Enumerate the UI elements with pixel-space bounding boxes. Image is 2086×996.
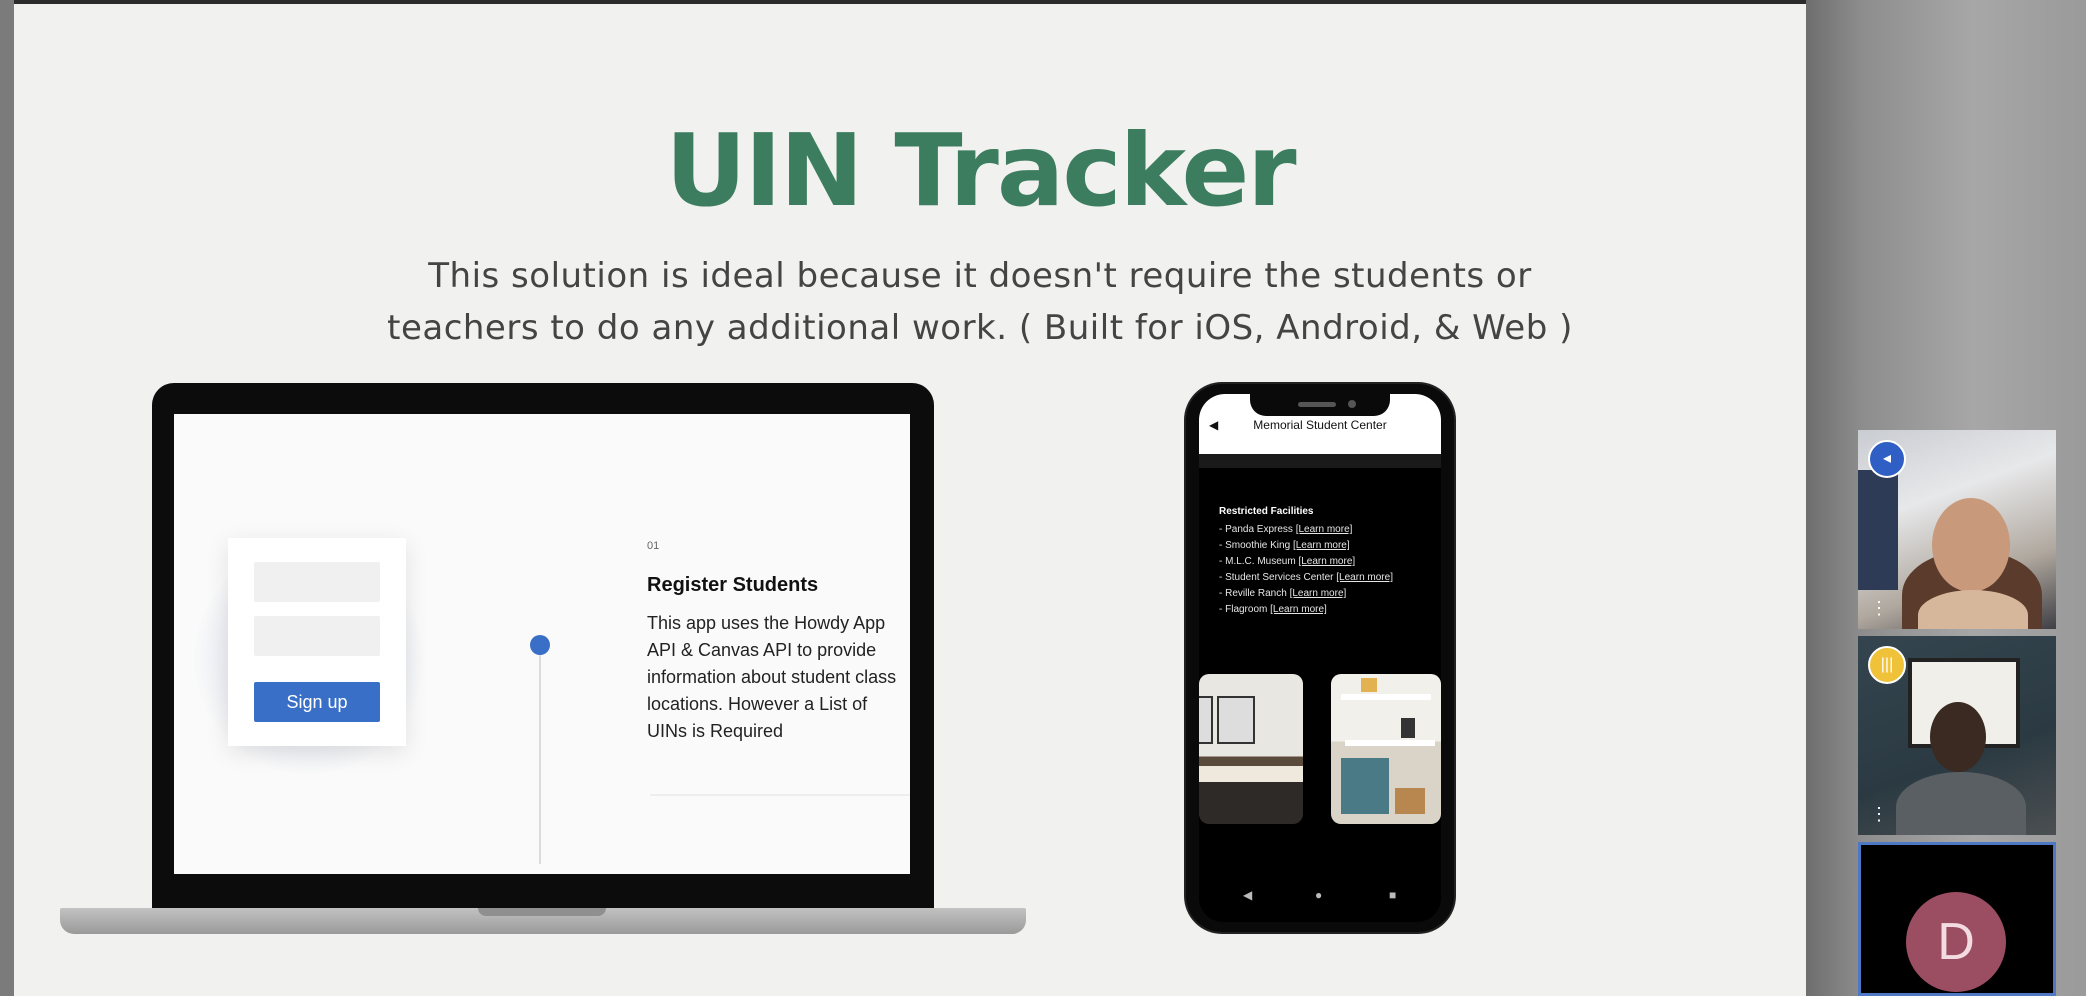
signup-field-1[interactable] xyxy=(254,562,380,602)
facility-photo-gallery[interactable] xyxy=(1331,674,1441,824)
signup-card: Sign up xyxy=(228,538,406,746)
shelf-item xyxy=(1361,678,1377,692)
laptop-hinge-notch xyxy=(478,908,606,916)
signup-field-2[interactable] xyxy=(254,616,380,656)
facility-name: - Panda Express xyxy=(1219,524,1296,535)
signup-button[interactable]: Sign up xyxy=(254,682,380,722)
audio-level-icon: ||| xyxy=(1868,646,1906,684)
participant-face xyxy=(1932,498,2010,592)
learn-more-link[interactable]: [Learn more] xyxy=(1293,540,1350,551)
facilities-list: - Panda Express [Learn more] - Smoothie … xyxy=(1219,522,1393,618)
learn-more-link[interactable]: [Learn more] xyxy=(1336,572,1393,583)
facility-photo-bedroom[interactable] xyxy=(1199,674,1303,824)
phone-app-title: Memorial Student Center xyxy=(1253,418,1387,432)
facility-item: - Flagroom [Learn more] xyxy=(1219,602,1393,618)
timeline-line xyxy=(539,644,541,864)
learn-more-link[interactable]: [Learn more] xyxy=(1290,588,1347,599)
facility-name: - Smoothie King xyxy=(1219,540,1293,551)
participant-tile-3[interactable]: D xyxy=(1858,842,2056,996)
facility-name: - Reville Ranch xyxy=(1219,588,1290,599)
megaphone-icon: ◂ xyxy=(1868,440,1906,478)
facility-name: - M.L.C. Museum xyxy=(1219,556,1299,567)
more-vertical-icon[interactable]: ⋮ xyxy=(1870,599,1888,617)
participant-tile-1[interactable]: ◂ ⋮ xyxy=(1858,430,2056,629)
shelf xyxy=(1341,694,1431,700)
phone-speaker xyxy=(1298,402,1336,407)
nav-back-icon[interactable]: ◀ xyxy=(1243,888,1252,902)
step-divider xyxy=(650,794,910,796)
facility-name: - Student Services Center xyxy=(1219,572,1337,583)
phone-header-band xyxy=(1199,454,1441,468)
timeline-dot xyxy=(530,635,550,655)
shelf xyxy=(1345,740,1435,746)
facility-item: - M.L.C. Museum [Learn more] xyxy=(1219,554,1393,570)
learn-more-link[interactable]: [Learn more] xyxy=(1296,524,1353,535)
facility-item: - Reville Ranch [Learn more] xyxy=(1219,586,1393,602)
shelf-item xyxy=(1401,718,1415,738)
participant-face xyxy=(1930,702,1986,772)
facility-item: - Panda Express [Learn more] xyxy=(1219,522,1393,538)
facility-item: - Smoothie King [Learn more] xyxy=(1219,538,1393,554)
slide-subtitle-line-1: This solution is ideal because it doesn'… xyxy=(428,256,1532,296)
wall-painting xyxy=(1341,758,1389,814)
facilities-heading: Restricted Facilities xyxy=(1219,506,1314,517)
slide-subtitle: This solution is ideal because it doesn'… xyxy=(14,250,1946,354)
participant-tile-2[interactable]: ||| ⋮ xyxy=(1858,636,2056,835)
wall-painting xyxy=(1395,788,1425,814)
facility-item: - Student Services Center [Learn more] xyxy=(1219,570,1393,586)
phone-camera xyxy=(1348,400,1356,408)
bed-pillows xyxy=(1199,766,1303,782)
participant-shirt xyxy=(1896,772,2026,835)
step-number: 01 xyxy=(647,540,660,552)
learn-more-link[interactable]: [Learn more] xyxy=(1298,556,1355,567)
step-title: Register Students xyxy=(647,574,819,596)
nav-recent-apps-icon[interactable]: ■ xyxy=(1389,888,1396,902)
more-vertical-icon[interactable]: ⋮ xyxy=(1870,805,1888,823)
wall-frame xyxy=(1217,696,1255,744)
wall-frame xyxy=(1199,696,1213,744)
slide-subtitle-line-2: teachers to do any additional work. ( Bu… xyxy=(387,308,1573,348)
step-description: This app uses the Howdy App API & Canvas… xyxy=(647,613,897,741)
nav-home-icon[interactable]: ● xyxy=(1315,888,1322,902)
facility-name: - Flagroom xyxy=(1219,604,1271,615)
phone-screen: ◀ Memorial Student Center Restricted Fac… xyxy=(1199,394,1441,922)
laptop-display: Sign up 01 Register Students This app us… xyxy=(174,414,910,874)
background-window xyxy=(1858,470,1898,590)
slide-title: UIN Tracker xyxy=(665,112,1296,229)
left-edge-strip xyxy=(0,0,14,996)
learn-more-link[interactable]: [Learn more] xyxy=(1270,604,1327,615)
participant-avatar: D xyxy=(1906,892,2006,992)
